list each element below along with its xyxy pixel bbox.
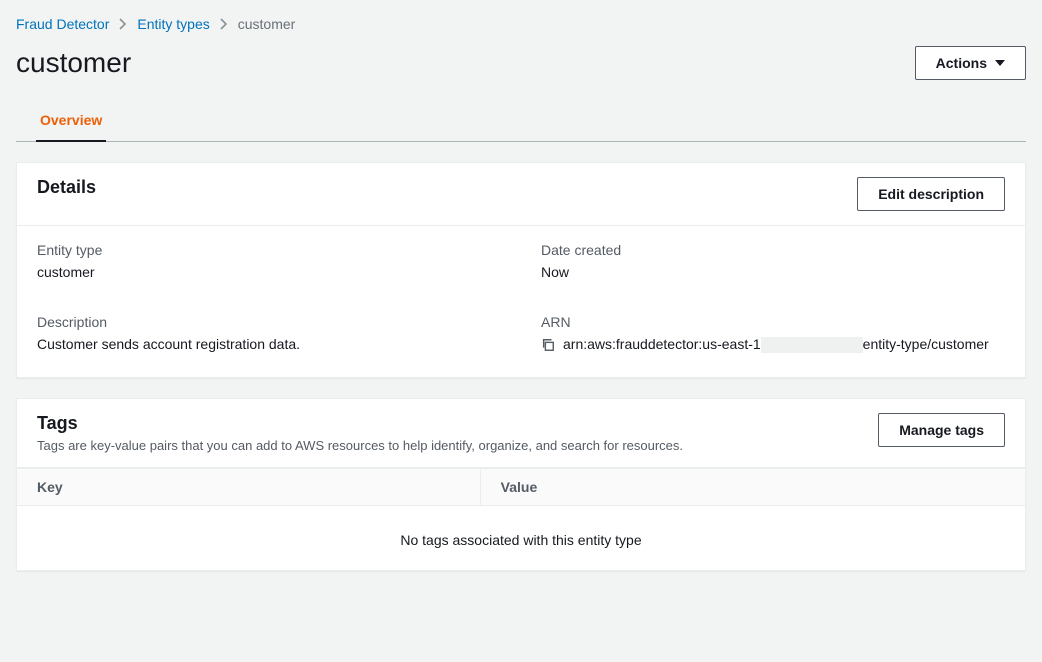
actions-button[interactable]: Actions: [915, 46, 1026, 80]
tab-overview[interactable]: Overview: [36, 102, 106, 142]
page-title: customer: [16, 47, 131, 79]
caret-down-icon: [995, 60, 1005, 66]
edit-description-button[interactable]: Edit description: [857, 177, 1005, 211]
tags-table-header: Key Value: [17, 468, 1025, 506]
details-panel: Details Edit description Entity type cus…: [16, 162, 1026, 378]
arn-suffix: entity-type/customer: [863, 336, 989, 352]
tags-key-header: Key: [17, 469, 481, 505]
arn-prefix: arn:aws:frauddetector:us-east-1: [563, 336, 761, 352]
tags-value-header: Value: [481, 469, 1025, 505]
tags-empty-message: No tags associated with this entity type: [17, 506, 1025, 570]
date-created-value: Now: [541, 264, 1005, 280]
tags-title: Tags: [37, 413, 683, 434]
field-arn: ARN arn:aws:frauddetector:us-east-1 entit…: [541, 314, 1005, 353]
tags-subtitle: Tags are key-value pairs that you can ad…: [37, 438, 683, 453]
details-title: Details: [37, 177, 96, 198]
chevron-right-icon: [119, 18, 127, 30]
description-value: Customer sends account registration data…: [37, 336, 501, 352]
date-created-label: Date created: [541, 242, 1005, 258]
field-entity-type: Entity type customer: [37, 242, 501, 280]
breadcrumb-current: customer: [238, 16, 296, 32]
description-label: Description: [37, 314, 501, 330]
entity-type-label: Entity type: [37, 242, 501, 258]
entity-type-value: customer: [37, 264, 501, 280]
tabs: Overview: [16, 102, 1026, 142]
breadcrumb-entity-types[interactable]: Entity types: [137, 16, 209, 32]
manage-tags-button[interactable]: Manage tags: [878, 413, 1005, 447]
actions-button-label: Actions: [936, 53, 987, 73]
breadcrumb-fraud-detector[interactable]: Fraud Detector: [16, 16, 109, 32]
field-description: Description Customer sends account regis…: [37, 314, 501, 353]
chevron-right-icon: [220, 18, 228, 30]
breadcrumb: Fraud Detector Entity types customer: [16, 16, 1026, 32]
tags-panel: Tags Tags are key-value pairs that you c…: [16, 398, 1026, 571]
arn-label: ARN: [541, 314, 1005, 330]
field-date-created: Date created Now: [541, 242, 1005, 280]
arn-value: arn:aws:frauddetector:us-east-1 entity-ty…: [563, 336, 989, 353]
arn-redacted: [761, 337, 863, 353]
copy-icon[interactable]: [541, 338, 555, 352]
